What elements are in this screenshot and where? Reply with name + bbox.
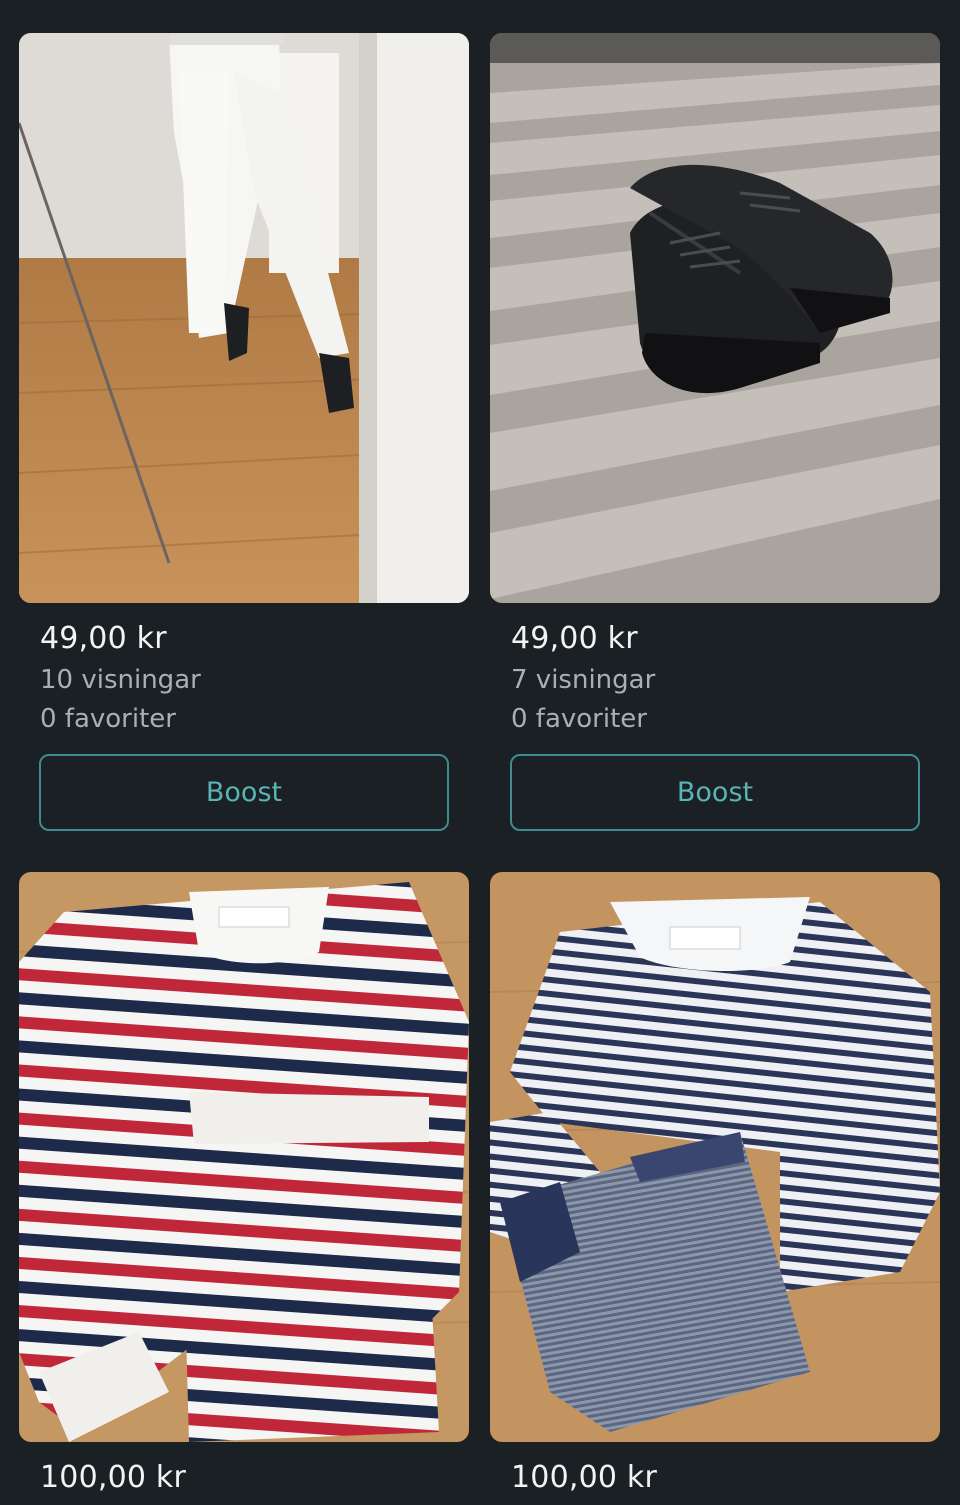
- photo-illustration: [490, 872, 940, 1442]
- listing-favorites: 0 favoriter: [511, 704, 647, 734]
- listing-card[interactable]: 100,00 kr: [490, 872, 940, 1496]
- listing-views: 10 visningar: [40, 665, 201, 695]
- boost-button[interactable]: Boost: [39, 754, 449, 831]
- photo-illustration: [490, 33, 940, 603]
- listing-card[interactable]: 49,00 kr 10 visningar 0 favoriter Boost: [19, 33, 469, 831]
- listing-price: 49,00 kr: [40, 621, 167, 656]
- listing-price: 100,00 kr: [40, 1460, 187, 1495]
- listing-views: 7 visningar: [511, 665, 656, 695]
- photo-illustration: [19, 872, 469, 1442]
- photo-illustration: [19, 33, 469, 603]
- listing-price: 49,00 kr: [511, 621, 638, 656]
- listing-card[interactable]: 49,00 kr 7 visningar 0 favoriter Boost: [490, 33, 940, 831]
- listings-grid: 49,00 kr 10 visningar 0 favoriter Boost: [0, 0, 960, 1505]
- listing-favorites: 0 favoriter: [40, 704, 176, 734]
- white-trousers-photo[interactable]: [19, 33, 469, 603]
- navy-striped-set-photo[interactable]: [490, 872, 940, 1442]
- listing-price: 100,00 kr: [511, 1460, 658, 1495]
- listing-card[interactable]: 100,00 kr: [19, 872, 469, 1496]
- black-sneakers-photo[interactable]: [490, 33, 940, 603]
- red-navy-striped-set-photo[interactable]: [19, 872, 469, 1442]
- boost-button[interactable]: Boost: [510, 754, 920, 831]
